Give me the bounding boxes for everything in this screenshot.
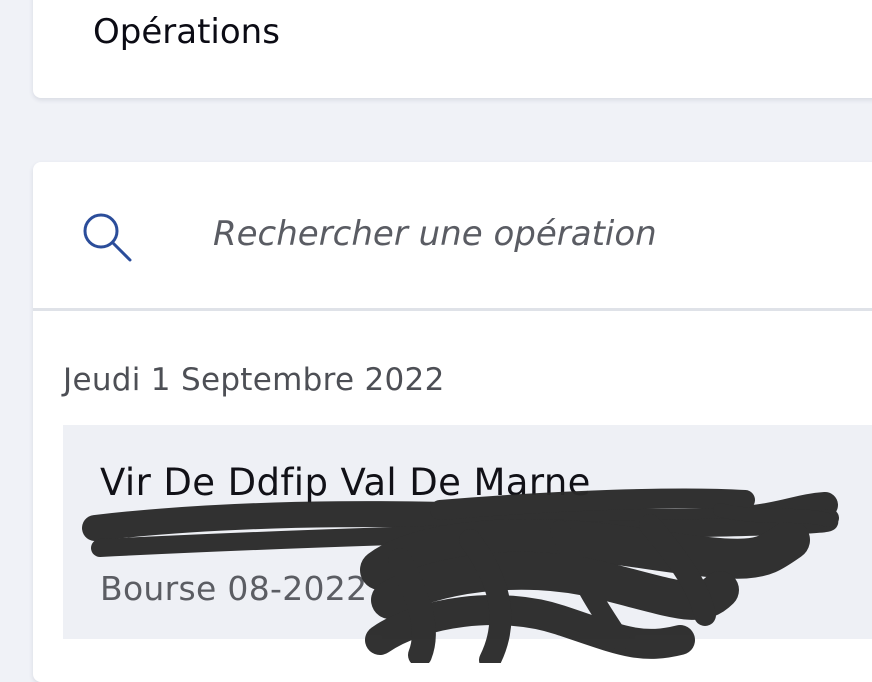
- operation-title: Vir De Ddfip Val De Marne: [100, 461, 591, 504]
- search-bar[interactable]: [33, 162, 872, 311]
- operation-subtitle: Bourse 08-2022: [100, 569, 368, 608]
- header-card: Opérations: [33, 0, 872, 98]
- date-group-header: Jeudi 1 Septembre 2022: [63, 362, 445, 398]
- page-title: Opérations: [93, 12, 280, 52]
- search-icon[interactable]: [80, 210, 134, 264]
- operations-card: Jeudi 1 Septembre 2022 Vir De Ddfip Val …: [33, 162, 872, 682]
- search-input[interactable]: [213, 206, 813, 262]
- operation-item[interactable]: Vir De Ddfip Val De Marne Bourse 08-2022: [63, 425, 872, 639]
